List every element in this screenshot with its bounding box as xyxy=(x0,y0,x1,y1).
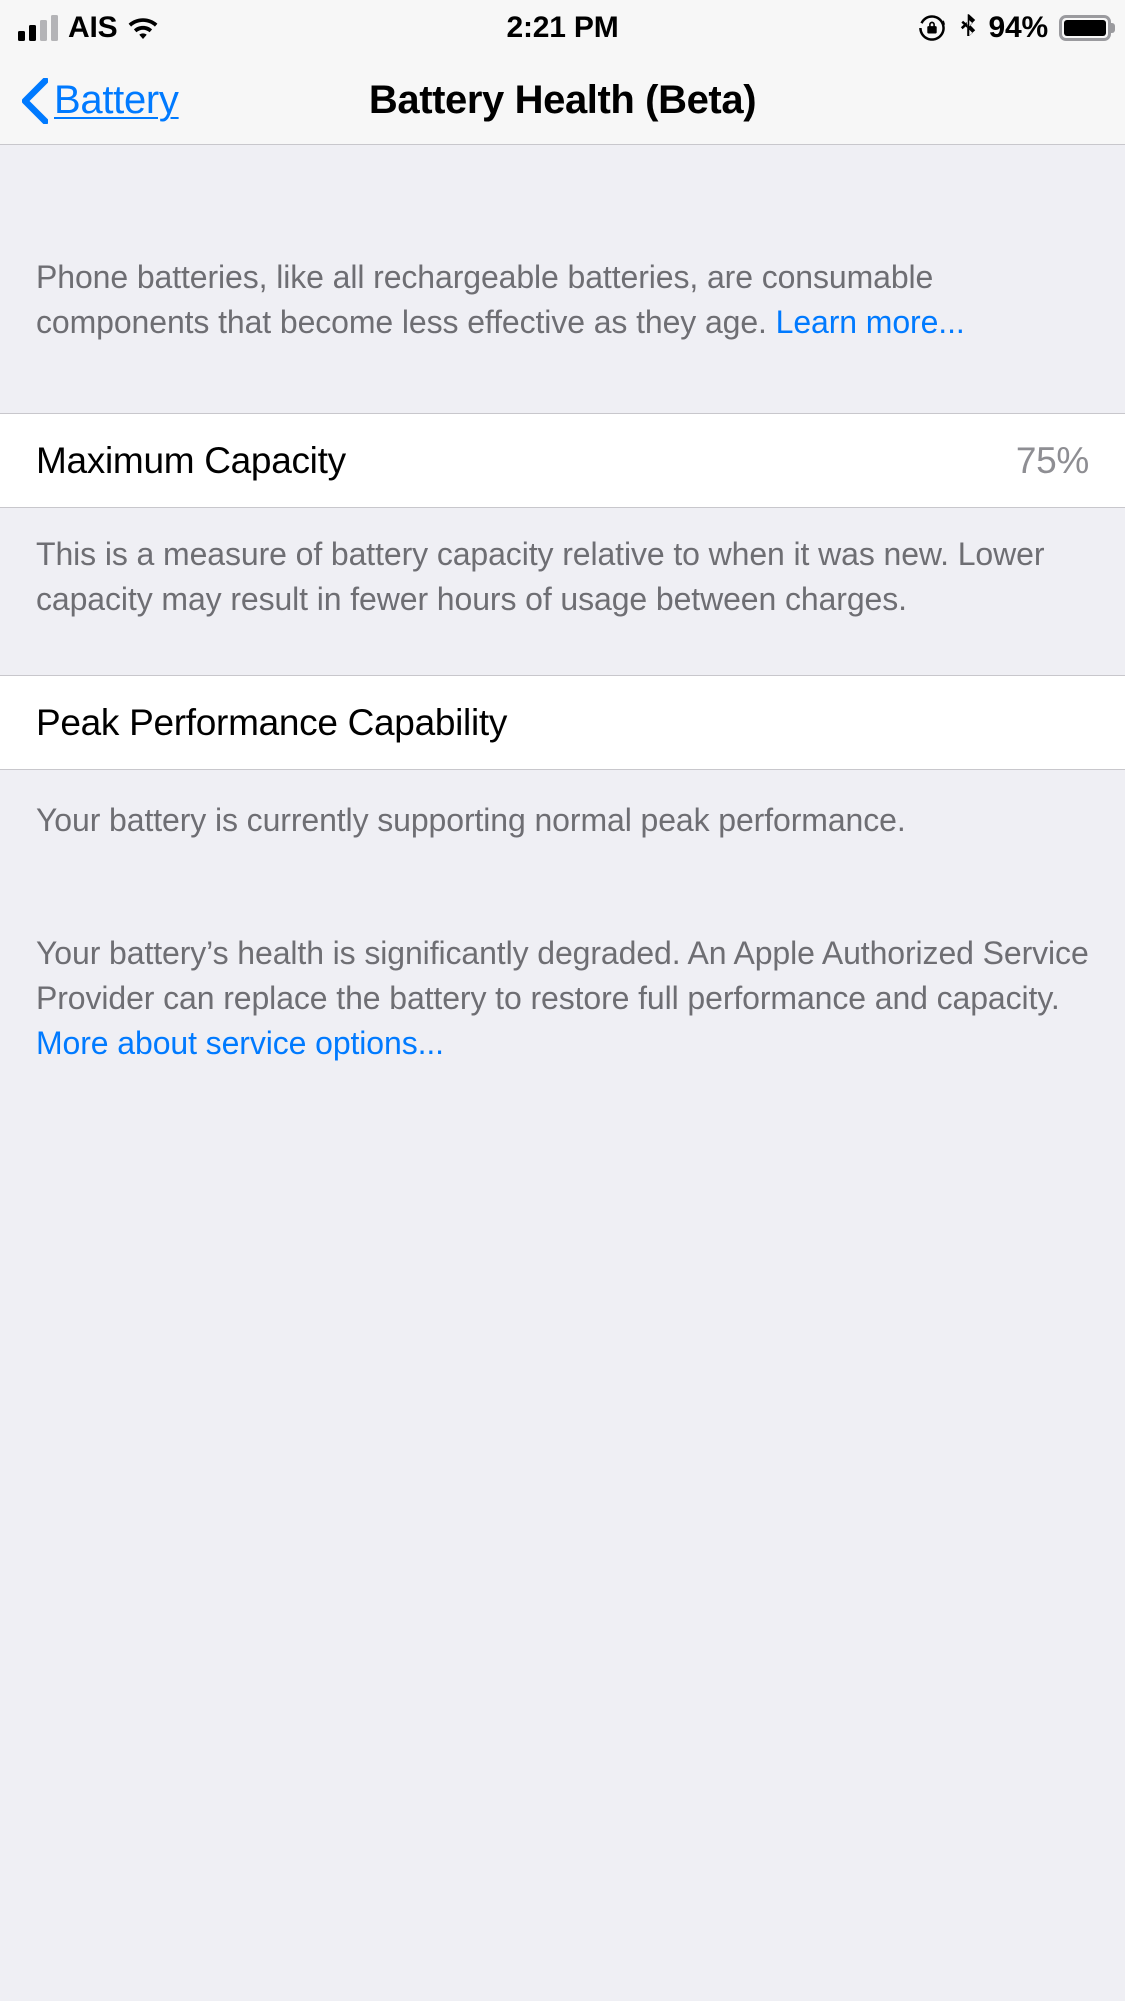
status-bar: AIS 2:21 PM 94% xyxy=(0,0,1125,56)
peak-performance-row[interactable]: Peak Performance Capability xyxy=(0,675,1125,770)
peak-performance-label: Peak Performance Capability xyxy=(36,701,508,743)
maximum-capacity-description: This is a measure of battery capacity re… xyxy=(0,532,1125,622)
intro-description: Phone batteries, like all rechargeable b… xyxy=(0,255,1125,345)
maximum-capacity-label: Maximum Capacity xyxy=(36,439,346,481)
peak-performance-status: Your battery is currently supporting nor… xyxy=(0,798,1125,843)
bluetooth-icon xyxy=(958,13,978,43)
capacity-desc-top-spacer xyxy=(0,508,1125,532)
service-options-link[interactable]: More about service options... xyxy=(36,1025,444,1061)
iphone-screen: AIS 2:21 PM 94% Battery Battery Health (… xyxy=(0,0,1125,2001)
page-title: Battery Health (Beta) xyxy=(368,78,757,122)
battery-percent-label: 94% xyxy=(988,11,1049,44)
navigation-bar: Battery Battery Health (Beta) xyxy=(0,56,1125,145)
clock-label: 2:21 PM xyxy=(506,11,619,44)
learn-more-link[interactable]: Learn more... xyxy=(776,304,965,340)
peak-status-gap xyxy=(0,843,1125,931)
status-bar-right: 94% xyxy=(917,0,1115,56)
peak-status-top-spacer xyxy=(0,770,1125,798)
battery-degraded-notice: Your battery’s health is significantly d… xyxy=(0,931,1125,1066)
degraded-text: Your battery’s health is significantly d… xyxy=(36,935,1089,1016)
top-spacer xyxy=(0,145,1125,255)
capacity-desc-bottom-spacer xyxy=(0,622,1125,675)
battery-icon xyxy=(1059,15,1115,41)
intro-bottom-spacer xyxy=(0,345,1125,413)
maximum-capacity-value: 75% xyxy=(1015,439,1089,481)
bottom-filler xyxy=(0,1066,1125,2001)
maximum-capacity-row[interactable]: Maximum Capacity 75% xyxy=(0,413,1125,508)
rotation-lock-icon xyxy=(917,13,947,43)
